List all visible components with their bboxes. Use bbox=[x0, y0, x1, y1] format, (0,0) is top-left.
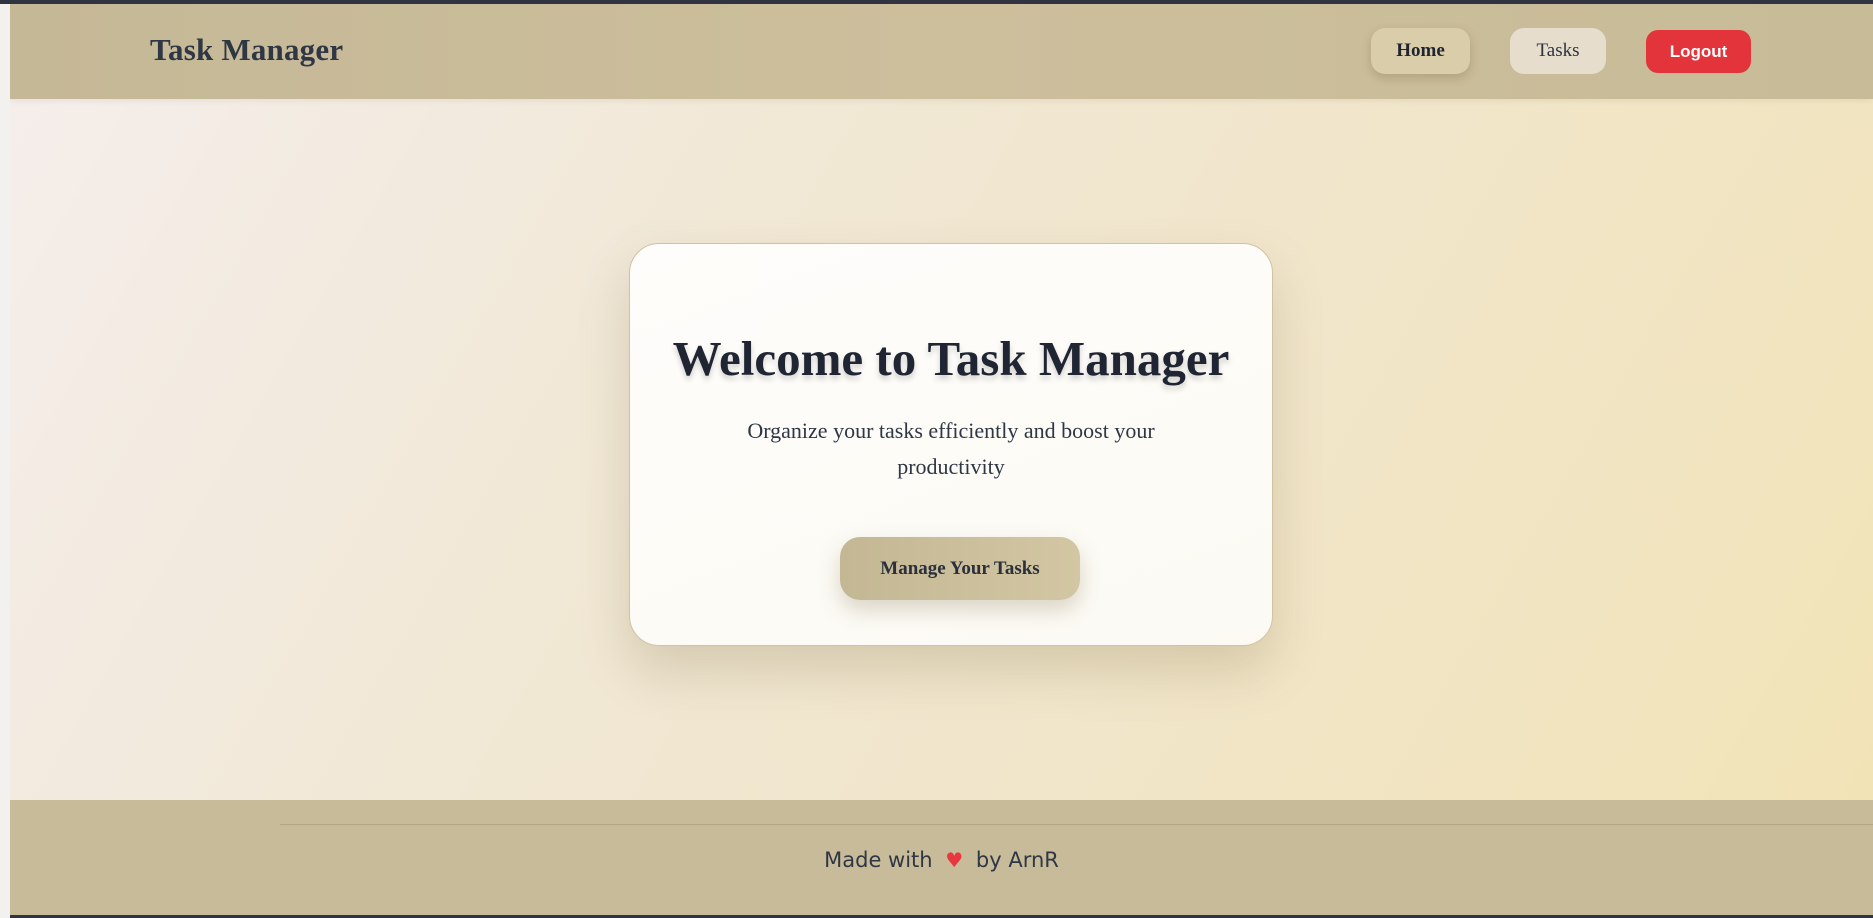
footer-suffix: by ArnR bbox=[975, 848, 1059, 872]
footer-prefix: Made with bbox=[824, 848, 933, 872]
footer-credit: Made with ♥ by ArnR bbox=[10, 848, 1873, 872]
nav-home-button[interactable]: Home bbox=[1371, 28, 1470, 74]
window-edge bbox=[0, 4, 10, 918]
logout-button[interactable]: Logout bbox=[1646, 30, 1751, 73]
navbar: Task Manager Home Tasks Logout bbox=[10, 4, 1873, 99]
footer: Made with ♥ by ArnR bbox=[10, 800, 1873, 915]
welcome-title: Welcome to Task Manager bbox=[672, 331, 1230, 386]
nav-tasks-button[interactable]: Tasks bbox=[1510, 28, 1606, 74]
brand-title[interactable]: Task Manager bbox=[150, 32, 343, 68]
manage-tasks-button[interactable]: Manage Your Tasks bbox=[840, 537, 1080, 600]
welcome-subtitle: Organize your tasks efficiently and boos… bbox=[747, 418, 1155, 479]
page: Task Manager Home Tasks Logout Welcome t… bbox=[10, 4, 1873, 915]
welcome-card: Welcome to Task Manager Organize your ta… bbox=[629, 243, 1273, 646]
footer-divider bbox=[280, 824, 1873, 825]
heart-icon: ♥ bbox=[945, 848, 964, 872]
